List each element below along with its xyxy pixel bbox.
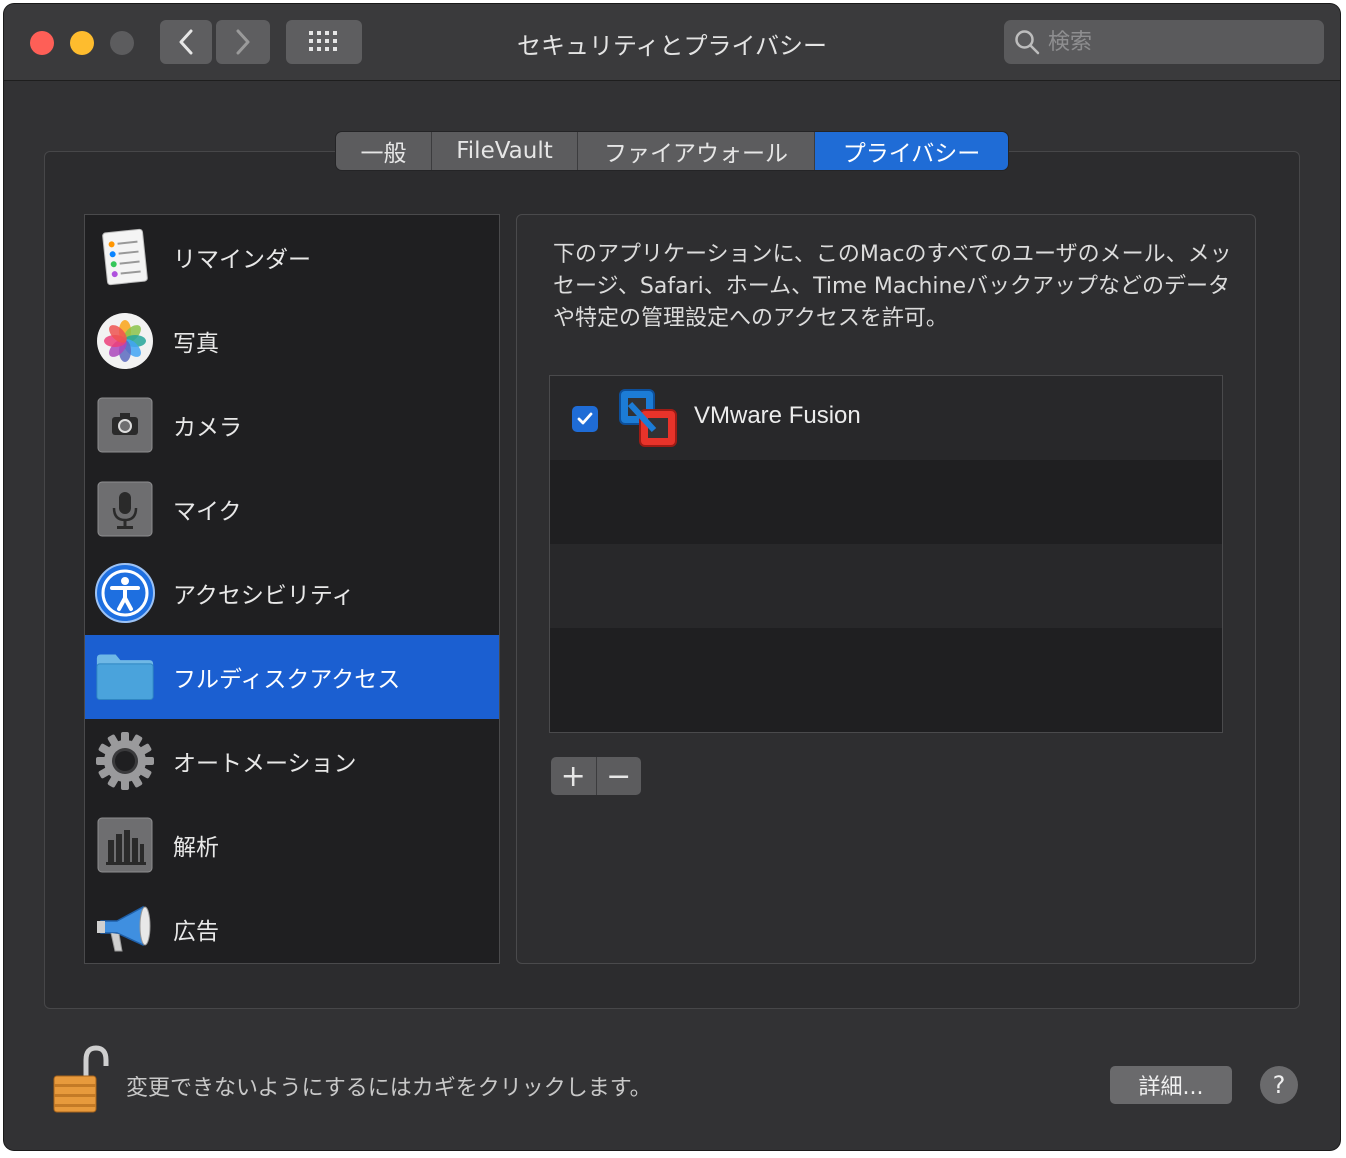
remove-app-button[interactable]: − — [597, 757, 642, 795]
sidebar-item-label: 写真 — [173, 331, 219, 357]
gear-icon — [95, 731, 155, 791]
tab-firewall[interactable]: ファイアウォール — [578, 132, 815, 170]
sidebar-item-camera[interactable]: カメラ — [85, 383, 499, 467]
microphone-icon — [95, 479, 155, 539]
megaphone-icon — [95, 899, 155, 959]
folder-icon — [95, 647, 155, 707]
tab-privacy[interactable]: プライバシー — [815, 132, 1008, 170]
advanced-button[interactable]: 詳細... — [1110, 1066, 1232, 1104]
sidebar-item-advertising[interactable]: 広告 — [85, 887, 499, 971]
title-bar: セキュリティとプライバシー — [4, 4, 1340, 81]
sidebar-item-microphone[interactable]: マイク — [85, 467, 499, 551]
sidebar-item-analytics[interactable]: 解析 — [85, 803, 499, 887]
lock-icon[interactable] — [46, 1044, 110, 1116]
app-checkbox[interactable] — [572, 406, 598, 432]
panel-description: 下のアプリケーションに、このMacのすべてのユーザのメール、メッセージ、Safa… — [553, 242, 1232, 331]
add-remove-control: + − — [551, 757, 641, 795]
accessibility-icon — [95, 563, 155, 623]
list-row-empty — [550, 544, 1222, 628]
sidebar-item-label: 広告 — [173, 919, 219, 945]
app-list: VMware Fusion — [549, 375, 1223, 733]
sidebar-item-label: 解析 — [173, 835, 219, 861]
add-app-button[interactable]: + — [551, 757, 597, 795]
sidebar-item-label: カメラ — [173, 415, 242, 441]
sidebar-item-label: アクセシビリティ — [173, 583, 355, 609]
search-field[interactable] — [1004, 20, 1324, 64]
photos-icon — [95, 311, 155, 371]
camera-icon — [95, 395, 155, 455]
sidebar-item-label: マイク — [173, 499, 242, 525]
sidebar-item-label: オートメーション — [173, 751, 357, 777]
reminders-icon — [95, 227, 155, 287]
help-button[interactable]: ? — [1260, 1066, 1298, 1104]
sidebar-item-full-disk-access[interactable]: フルディスクアクセス — [85, 635, 499, 719]
search-icon — [1015, 30, 1040, 55]
search-input[interactable] — [1048, 29, 1298, 55]
lock-hint-text: 変更できないようにするにはカギをクリックします。 — [126, 1076, 652, 1101]
checkmark-icon — [577, 412, 593, 425]
list-row-empty — [550, 628, 1222, 712]
list-item[interactable]: VMware Fusion — [550, 376, 1222, 460]
tab-general[interactable]: 一般 — [336, 132, 432, 170]
privacy-category-list: リマインダー 写真 カメラ マイク アクセシビリティ フルディスクアクセス オー… — [84, 214, 500, 964]
preferences-window: セキュリティとプライバシー 一般 FileVault ファイアウォール プライバ… — [4, 4, 1340, 1150]
sidebar-item-label: フルディスクアクセス — [173, 667, 401, 693]
full-disk-access-panel: 下のアプリケーションに、このMacのすべてのユーザのメール、メッセージ、Safa… — [516, 214, 1256, 964]
sidebar-item-accessibility[interactable]: アクセシビリティ — [85, 551, 499, 635]
sidebar-item-label: リマインダー — [173, 247, 311, 273]
vmware-fusion-icon — [619, 389, 677, 447]
sidebar-item-photos[interactable]: 写真 — [85, 299, 499, 383]
list-row-empty — [550, 460, 1222, 544]
sidebar-item-automation[interactable]: オートメーション — [85, 719, 499, 803]
sidebar-item-reminders[interactable]: リマインダー — [85, 215, 499, 299]
app-name: VMware Fusion — [694, 402, 861, 429]
tab-filevault[interactable]: FileVault — [432, 132, 578, 170]
tab-bar: 一般 FileVault ファイアウォール プライバシー — [336, 132, 1008, 170]
analytics-icon — [95, 815, 155, 875]
